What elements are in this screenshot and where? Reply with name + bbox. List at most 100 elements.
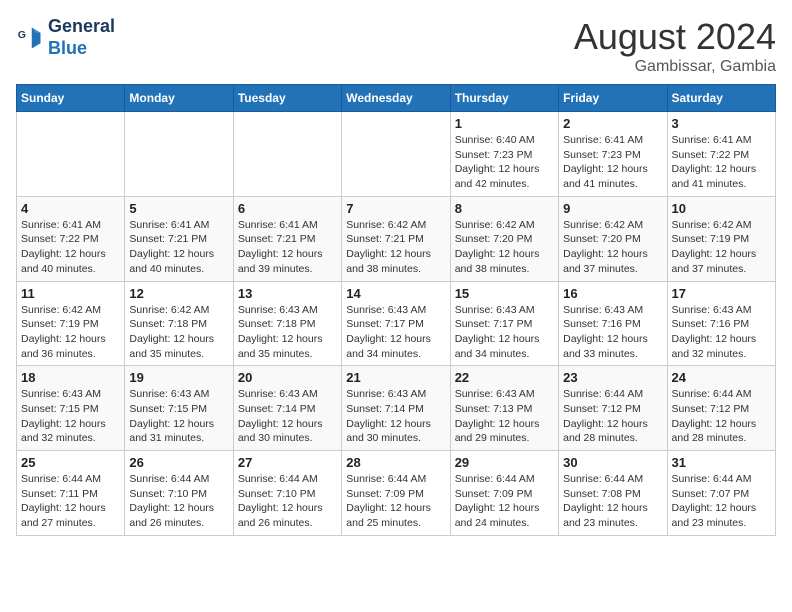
day-info: Sunrise: 6:44 AMSunset: 7:12 PMDaylight:… [672,387,771,446]
day-info: Sunrise: 6:41 AMSunset: 7:21 PMDaylight:… [238,218,337,277]
calendar-cell: 9 Sunrise: 6:42 AMSunset: 7:20 PMDaylight… [559,196,667,281]
day-number: 30 [563,455,662,470]
calendar-cell: 21 Sunrise: 6:43 AMSunset: 7:14 PMDayligh… [342,366,450,451]
day-number: 10 [672,201,771,216]
day-info: Sunrise: 6:43 AMSunset: 7:13 PMDaylight:… [455,387,554,446]
day-info: Sunrise: 6:42 AMSunset: 7:21 PMDaylight:… [346,218,445,277]
calendar-cell: 4 Sunrise: 6:41 AMSunset: 7:22 PMDaylight… [17,196,125,281]
day-info: Sunrise: 6:42 AMSunset: 7:20 PMDaylight:… [563,218,662,277]
day-number: 13 [238,286,337,301]
calendar-cell: 5 Sunrise: 6:41 AMSunset: 7:21 PMDaylight… [125,196,233,281]
day-number: 15 [455,286,554,301]
day-info: Sunrise: 6:42 AMSunset: 7:18 PMDaylight:… [129,303,228,362]
day-info: Sunrise: 6:43 AMSunset: 7:14 PMDaylight:… [346,387,445,446]
day-info: Sunrise: 6:43 AMSunset: 7:15 PMDaylight:… [21,387,120,446]
logo-line2: Blue [48,38,115,60]
calendar-cell: 7 Sunrise: 6:42 AMSunset: 7:21 PMDaylight… [342,196,450,281]
day-number: 22 [455,370,554,385]
day-number: 29 [455,455,554,470]
day-number: 6 [238,201,337,216]
day-number: 9 [563,201,662,216]
day-number: 11 [21,286,120,301]
day-number: 1 [455,116,554,131]
day-number: 4 [21,201,120,216]
day-info: Sunrise: 6:42 AMSunset: 7:20 PMDaylight:… [455,218,554,277]
day-number: 12 [129,286,228,301]
day-number: 31 [672,455,771,470]
calendar-cell: 10Sunrise: 6:42 AMSunset: 7:19 PMDayligh… [667,196,775,281]
weekday-header-sunday: Sunday [17,85,125,112]
calendar-cell [17,112,125,197]
calendar-cell [125,112,233,197]
calendar-cell: 17 Sunrise: 6:43 AMSunset: 7:16 PMDayligh… [667,281,775,366]
svg-text:G: G [18,29,26,41]
day-number: 7 [346,201,445,216]
calendar-cell: 3 Sunrise: 6:41 AMSunset: 7:22 PMDaylight… [667,112,775,197]
calendar-cell: 19Sunrise: 6:43 AMSunset: 7:15 PMDayligh… [125,366,233,451]
calendar-cell: 2Sunrise: 6:41 AMSunset: 7:23 PMDaylight… [559,112,667,197]
day-info: Sunrise: 6:42 AMSunset: 7:19 PMDaylight:… [21,303,120,362]
calendar-cell: 26 Sunrise: 6:44 AMSunset: 7:10 PMDayligh… [125,451,233,536]
day-info: Sunrise: 6:43 AMSunset: 7:16 PMDaylight:… [563,303,662,362]
calendar-cell: 23Sunrise: 6:44 AMSunset: 7:12 PMDayligh… [559,366,667,451]
day-info: Sunrise: 6:43 AMSunset: 7:18 PMDaylight:… [238,303,337,362]
day-number: 2 [563,116,662,131]
day-info: Sunrise: 6:41 AMSunset: 7:22 PMDaylight:… [21,218,120,277]
day-info: Sunrise: 6:44 AMSunset: 7:08 PMDaylight:… [563,472,662,531]
calendar-cell: 20Sunrise: 6:43 AMSunset: 7:14 PMDayligh… [233,366,341,451]
calendar-cell: 29 Sunrise: 6:44 AMSunset: 7:09 PMDayligh… [450,451,558,536]
logo-text: General Blue [48,16,115,59]
day-number: 24 [672,370,771,385]
calendar-cell: 6 Sunrise: 6:41 AMSunset: 7:21 PMDaylight… [233,196,341,281]
logo-icon: G [16,24,44,52]
day-number: 26 [129,455,228,470]
day-info: Sunrise: 6:44 AMSunset: 7:09 PMDaylight:… [455,472,554,531]
calendar-cell: 13 Sunrise: 6:43 AMSunset: 7:18 PMDayligh… [233,281,341,366]
calendar-cell: 27 Sunrise: 6:44 AMSunset: 7:10 PMDayligh… [233,451,341,536]
calendar-week-3: 11 Sunrise: 6:42 AMSunset: 7:19 PMDayligh… [17,281,776,366]
calendar-week-5: 25Sunrise: 6:44 AMSunset: 7:11 PMDayligh… [17,451,776,536]
day-number: 28 [346,455,445,470]
calendar-cell: 15 Sunrise: 6:43 AMSunset: 7:17 PMDayligh… [450,281,558,366]
weekday-header-friday: Friday [559,85,667,112]
day-info: Sunrise: 6:41 AMSunset: 7:21 PMDaylight:… [129,218,228,277]
day-number: 18 [21,370,120,385]
day-number: 20 [238,370,337,385]
day-number: 16 [563,286,662,301]
day-info: Sunrise: 6:43 AMSunset: 7:17 PMDaylight:… [455,303,554,362]
calendar-cell: 8Sunrise: 6:42 AMSunset: 7:20 PMDaylight… [450,196,558,281]
day-number: 27 [238,455,337,470]
calendar-cell: 1Sunrise: 6:40 AMSunset: 7:23 PMDaylight… [450,112,558,197]
weekday-header-tuesday: Tuesday [233,85,341,112]
location: Gambissar, Gambia [574,58,776,76]
weekday-header-row: SundayMondayTuesdayWednesdayThursdayFrid… [17,85,776,112]
day-info: Sunrise: 6:44 AMSunset: 7:10 PMDaylight:… [129,472,228,531]
calendar-week-4: 18 Sunrise: 6:43 AMSunset: 7:15 PMDayligh… [17,366,776,451]
calendar-week-2: 4 Sunrise: 6:41 AMSunset: 7:22 PMDaylight… [17,196,776,281]
weekday-header-saturday: Saturday [667,85,775,112]
calendar-cell [342,112,450,197]
weekday-header-thursday: Thursday [450,85,558,112]
calendar-cell: 16 Sunrise: 6:43 AMSunset: 7:16 PMDayligh… [559,281,667,366]
day-info: Sunrise: 6:43 AMSunset: 7:17 PMDaylight:… [346,303,445,362]
calendar-cell: 30 Sunrise: 6:44 AMSunset: 7:08 PMDayligh… [559,451,667,536]
calendar-cell: 24 Sunrise: 6:44 AMSunset: 7:12 PMDayligh… [667,366,775,451]
day-number: 3 [672,116,771,131]
day-info: Sunrise: 6:44 AMSunset: 7:09 PMDaylight:… [346,472,445,531]
day-info: Sunrise: 6:44 AMSunset: 7:10 PMDaylight:… [238,472,337,531]
calendar-cell: 18 Sunrise: 6:43 AMSunset: 7:15 PMDayligh… [17,366,125,451]
day-number: 5 [129,201,228,216]
day-info: Sunrise: 6:43 AMSunset: 7:16 PMDaylight:… [672,303,771,362]
day-info: Sunrise: 6:41 AMSunset: 7:22 PMDaylight:… [672,133,771,192]
day-number: 21 [346,370,445,385]
calendar-week-1: 1Sunrise: 6:40 AMSunset: 7:23 PMDaylight… [17,112,776,197]
day-number: 17 [672,286,771,301]
calendar-cell: 12 Sunrise: 6:42 AMSunset: 7:18 PMDayligh… [125,281,233,366]
day-info: Sunrise: 6:43 AMSunset: 7:15 PMDaylight:… [129,387,228,446]
day-number: 14 [346,286,445,301]
logo-line1: General [48,16,115,38]
calendar-cell: 14 Sunrise: 6:43 AMSunset: 7:17 PMDayligh… [342,281,450,366]
calendar-cell: 31Sunrise: 6:44 AMSunset: 7:07 PMDayligh… [667,451,775,536]
weekday-header-monday: Monday [125,85,233,112]
calendar-cell: 25Sunrise: 6:44 AMSunset: 7:11 PMDayligh… [17,451,125,536]
